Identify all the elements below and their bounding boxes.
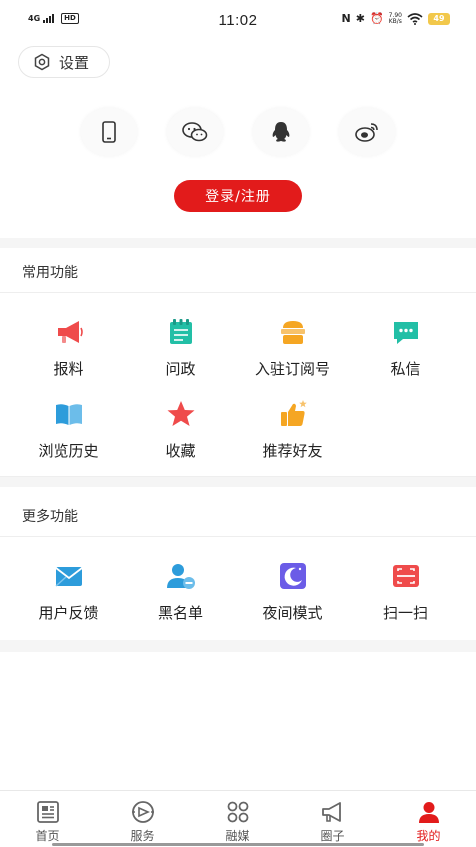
grid-label: 报料 bbox=[53, 360, 84, 378]
message-icon bbox=[393, 322, 418, 344]
settings-button[interactable]: 设置 bbox=[18, 46, 110, 78]
section-separator bbox=[0, 640, 476, 652]
weibo-icon bbox=[355, 123, 378, 142]
grid-label: 扫一扫 bbox=[382, 604, 428, 622]
news-icon bbox=[36, 801, 59, 823]
grid-label: 推荐好友 bbox=[262, 442, 323, 460]
block-user-icon bbox=[166, 564, 195, 589]
grid-label: 黑名单 bbox=[157, 604, 203, 622]
grid-label: 私信 bbox=[390, 360, 421, 378]
section-separator bbox=[0, 238, 476, 248]
grid-item-scan[interactable]: 扫一扫 bbox=[346, 560, 465, 623]
home-indicator bbox=[52, 843, 424, 846]
tab-media[interactable]: 融媒 bbox=[190, 799, 285, 844]
user-icon bbox=[418, 802, 439, 823]
alarm-icon: ⏰ bbox=[369, 12, 384, 25]
megaphone-icon bbox=[57, 321, 83, 343]
notepad-icon bbox=[169, 319, 192, 344]
qq-login-button[interactable] bbox=[253, 108, 309, 156]
login-register-button[interactable]: 登录/注册 bbox=[174, 180, 302, 212]
grid-label: 浏览历史 bbox=[38, 442, 99, 460]
tab-label: 服务 bbox=[130, 829, 155, 843]
settings-label: 设置 bbox=[59, 53, 90, 72]
grid-item-history[interactable]: 浏览历史 bbox=[9, 398, 128, 461]
bottom-tab-bar: 首页 服务 融媒 圈子 我的 bbox=[0, 790, 476, 847]
status-bar: 4G HD 11:02 N ✱ ⏰ 7.90 KB/s 49 bbox=[0, 0, 476, 42]
grid-label: 问政 bbox=[165, 360, 196, 378]
megaphone-outline-icon bbox=[321, 802, 341, 822]
grid-item-baoliao[interactable]: 报料 bbox=[9, 316, 128, 379]
wifi-icon bbox=[407, 12, 423, 25]
wechat-login-button[interactable] bbox=[167, 108, 223, 156]
grid-item-feedback[interactable]: 用户反馈 bbox=[9, 560, 128, 623]
settings-hexagon-icon bbox=[34, 53, 50, 71]
tab-home[interactable]: 首页 bbox=[0, 799, 95, 844]
network-speed: 7.90 KB/s bbox=[388, 12, 402, 25]
grid-label: 夜间模式 bbox=[262, 604, 323, 622]
scan-icon bbox=[392, 565, 419, 587]
grid-item-blacklist[interactable]: 黑名单 bbox=[121, 560, 240, 623]
tab-mine[interactable]: 我的 bbox=[381, 799, 476, 844]
tab-label: 我的 bbox=[416, 829, 441, 843]
phone-login-button[interactable] bbox=[81, 108, 137, 156]
grid-item-recommend[interactable]: 推荐好友 bbox=[233, 398, 352, 461]
bluetooth-icon: ✱ bbox=[355, 12, 365, 25]
tab-label: 圈子 bbox=[320, 829, 345, 843]
section-separator bbox=[0, 477, 476, 487]
book-icon bbox=[55, 404, 82, 425]
tab-label: 首页 bbox=[35, 829, 60, 843]
divider bbox=[0, 536, 476, 537]
divider bbox=[0, 292, 476, 293]
grid-item-wenzheng[interactable]: 问政 bbox=[121, 316, 240, 379]
subscribe-box-icon bbox=[280, 321, 305, 344]
grid-item-favorites[interactable]: 收藏 bbox=[121, 398, 240, 461]
feedback-mail-icon bbox=[54, 567, 83, 587]
moon-icon bbox=[279, 563, 306, 589]
speed-unit: KB/s bbox=[388, 17, 402, 25]
more-functions-title: 更多功能 bbox=[22, 509, 78, 525]
grid-label: 入驻订阅号 bbox=[254, 360, 330, 378]
phone-icon bbox=[102, 121, 116, 143]
thumbs-up-icon bbox=[280, 400, 307, 426]
grid-item-subscribe[interactable]: 入驻订阅号 bbox=[233, 316, 352, 379]
qq-icon bbox=[272, 122, 290, 142]
grid-label: 收藏 bbox=[165, 442, 196, 460]
login-methods bbox=[0, 108, 476, 156]
grid-icon bbox=[227, 801, 248, 823]
tab-circle[interactable]: 圈子 bbox=[285, 799, 380, 844]
nfc-icon: N bbox=[341, 12, 351, 25]
wechat-icon bbox=[182, 122, 208, 142]
battery-indicator: 49 bbox=[428, 12, 450, 25]
common-functions-title: 常用功能 bbox=[22, 265, 78, 281]
grid-item-night-mode[interactable]: 夜间模式 bbox=[233, 560, 352, 623]
status-right: N ✱ ⏰ 7.90 KB/s 49 bbox=[341, 12, 450, 25]
grid-item-message[interactable]: 私信 bbox=[346, 316, 465, 379]
weibo-login-button[interactable] bbox=[339, 108, 395, 156]
service-icon bbox=[131, 801, 154, 823]
star-icon bbox=[167, 401, 194, 426]
tab-label: 融媒 bbox=[225, 829, 250, 843]
tab-service[interactable]: 服务 bbox=[95, 799, 190, 844]
grid-label: 用户反馈 bbox=[38, 604, 99, 622]
